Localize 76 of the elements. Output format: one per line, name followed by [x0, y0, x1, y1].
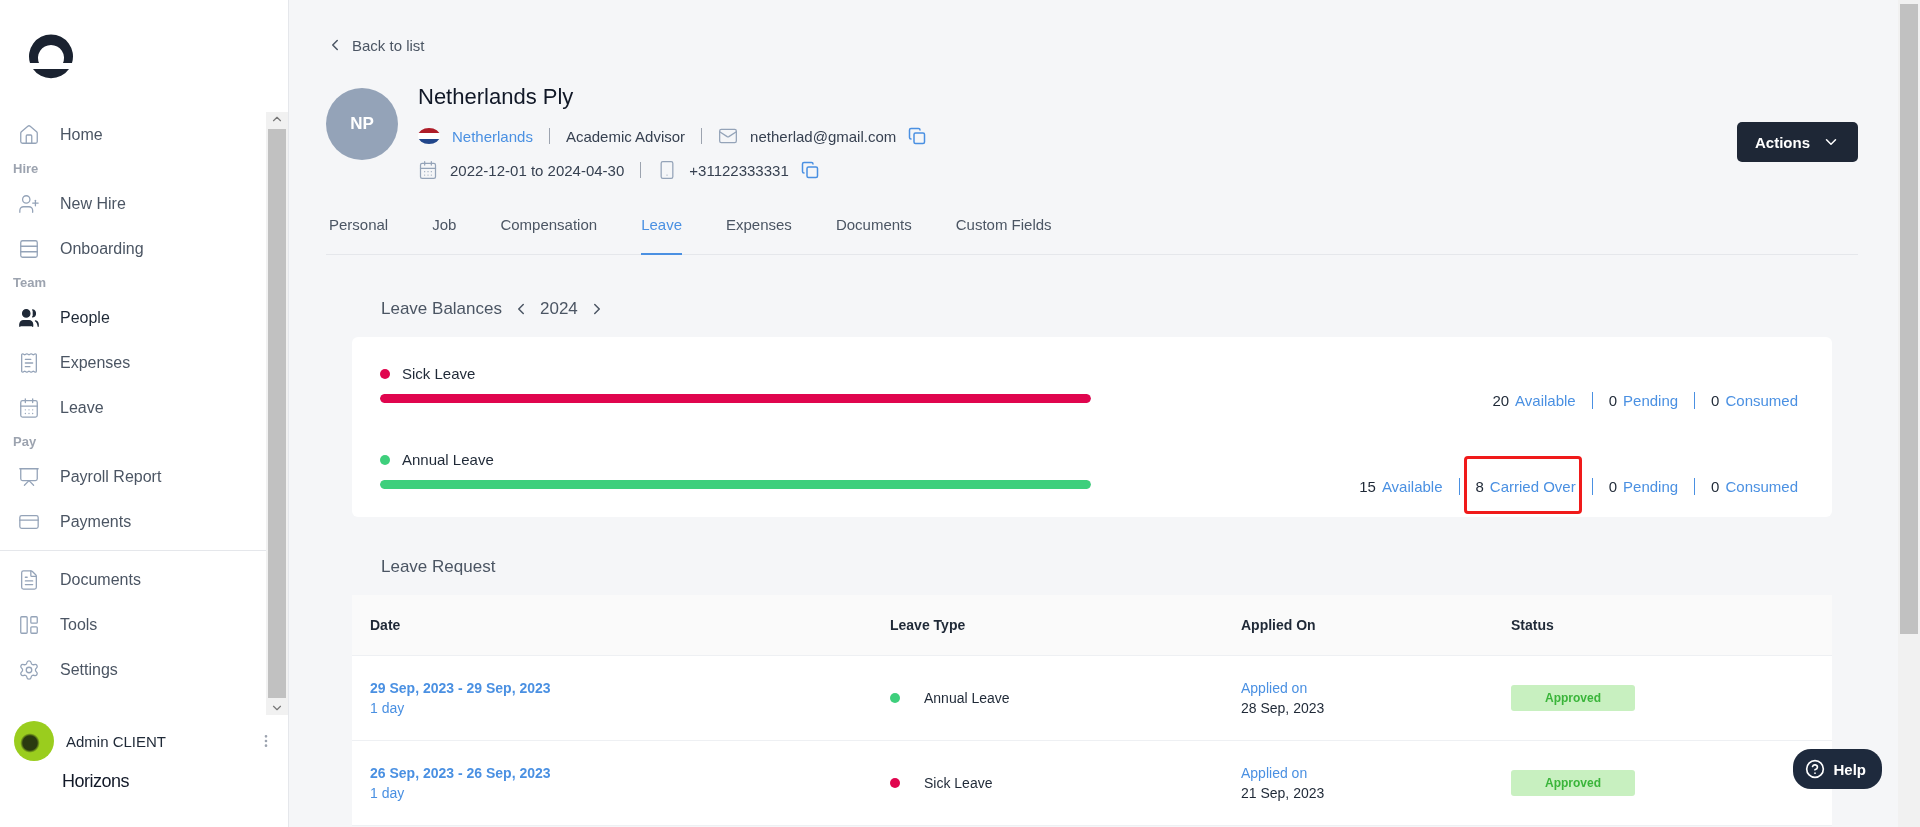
back-link[interactable]: Back to list: [326, 36, 425, 54]
layout-icon: [18, 613, 40, 636]
sidebar-item[interactable]: Onboarding: [0, 226, 266, 271]
user-avatar: [14, 721, 54, 761]
year-label: 2024: [540, 299, 578, 319]
applied-date: 21 Sep, 2023: [1241, 785, 1326, 801]
help-button[interactable]: Help: [1793, 749, 1882, 789]
stat-value: 8: [1475, 478, 1484, 495]
leave-type-name: Annual Leave: [402, 451, 494, 468]
sidebar-item[interactable]: Settings: [0, 647, 266, 692]
sidebar-section-label: Pay: [12, 433, 38, 451]
sidebar-item[interactable]: Payments: [0, 499, 266, 544]
section-title: Leave Balances: [381, 299, 502, 319]
duration-text: 1 day: [370, 785, 406, 801]
status-badge: Approved: [1511, 770, 1635, 796]
user-name: Admin CLIENT: [66, 732, 168, 750]
sidebar-item[interactable]: New Hire: [0, 181, 266, 226]
applied-date: 28 Sep, 2023: [1241, 700, 1326, 716]
people-icon: [18, 306, 40, 329]
stat-value: 0: [1608, 392, 1618, 409]
copy-icon[interactable]: [800, 161, 819, 179]
leave-type-name: Sick Leave: [402, 365, 476, 382]
stat-value: 0: [1608, 478, 1618, 495]
tab[interactable]: Job: [432, 206, 457, 255]
sidebar-item[interactable]: Tools: [0, 602, 266, 647]
document-icon: [18, 568, 40, 591]
stat-value: 0: [1711, 392, 1720, 409]
copy-icon[interactable]: [908, 127, 927, 145]
receipt-icon: [18, 351, 40, 374]
status-badge: Approved: [1511, 685, 1635, 711]
help-icon: [1805, 759, 1826, 779]
scrollbar[interactable]: [1898, 0, 1920, 827]
calendar-icon: [18, 396, 40, 419]
email-text: netherlad@gmail.com: [750, 127, 897, 145]
stat-value: 20: [1492, 392, 1510, 409]
employee-name: Netherlands Ply: [418, 84, 575, 110]
user-plus-icon: [18, 192, 40, 215]
sidebar-item[interactable]: Expenses: [0, 340, 266, 385]
stat-value: 0: [1711, 478, 1720, 495]
sidebar-section-label: Team: [12, 274, 47, 292]
sidebar-item[interactable]: People: [0, 295, 266, 340]
stat-value: 15: [1359, 478, 1376, 495]
list-icon: [18, 237, 40, 260]
sidebar-item[interactable]: Leave: [0, 385, 266, 430]
phone-number: +31122333331: [689, 161, 789, 179]
sidebar-item[interactable]: Documents: [0, 557, 266, 602]
brand-name: Horizons: [61, 771, 131, 792]
tab[interactable]: Personal: [329, 206, 389, 255]
leave-type-text: Sick Leave: [924, 775, 993, 791]
initials-avatar: NP: [326, 88, 398, 160]
employment-period: 2022-12-01 to 2024-04-30: [450, 161, 625, 179]
actions-button[interactable]: Actions: [1737, 122, 1858, 162]
flag-icon: [418, 128, 440, 144]
column-header: Status: [1510, 617, 1555, 633]
duration-text: 1 day: [370, 700, 406, 716]
column-header: Leave Type: [889, 617, 967, 633]
applied-label: Applied on: [1241, 680, 1309, 696]
mail-icon: [718, 126, 739, 146]
column-header: Date: [369, 617, 402, 633]
section-title: Leave Request: [381, 557, 497, 577]
tab[interactable]: Expenses: [726, 206, 792, 255]
tab[interactable]: Compensation: [500, 206, 598, 255]
scrollbar[interactable]: [266, 112, 288, 715]
sidebar-section-label: Hire: [12, 160, 40, 178]
home-icon: [18, 123, 40, 146]
applied-label: Applied on: [1241, 765, 1309, 781]
presentation-board-icon: [18, 465, 40, 488]
sidebar-item[interactable]: Home: [0, 112, 266, 157]
settings-icon: [18, 658, 40, 681]
sidebar-item[interactable]: Payroll Report: [0, 454, 266, 499]
job-title: Academic Advisor: [565, 127, 686, 145]
tab[interactable]: Documents: [835, 206, 912, 255]
column-header: Applied On: [1240, 617, 1317, 633]
calendar-icon: [418, 160, 438, 180]
tab[interactable]: Custom Fields: [955, 206, 1052, 255]
leave-type-text: Annual Leave: [924, 690, 1010, 706]
